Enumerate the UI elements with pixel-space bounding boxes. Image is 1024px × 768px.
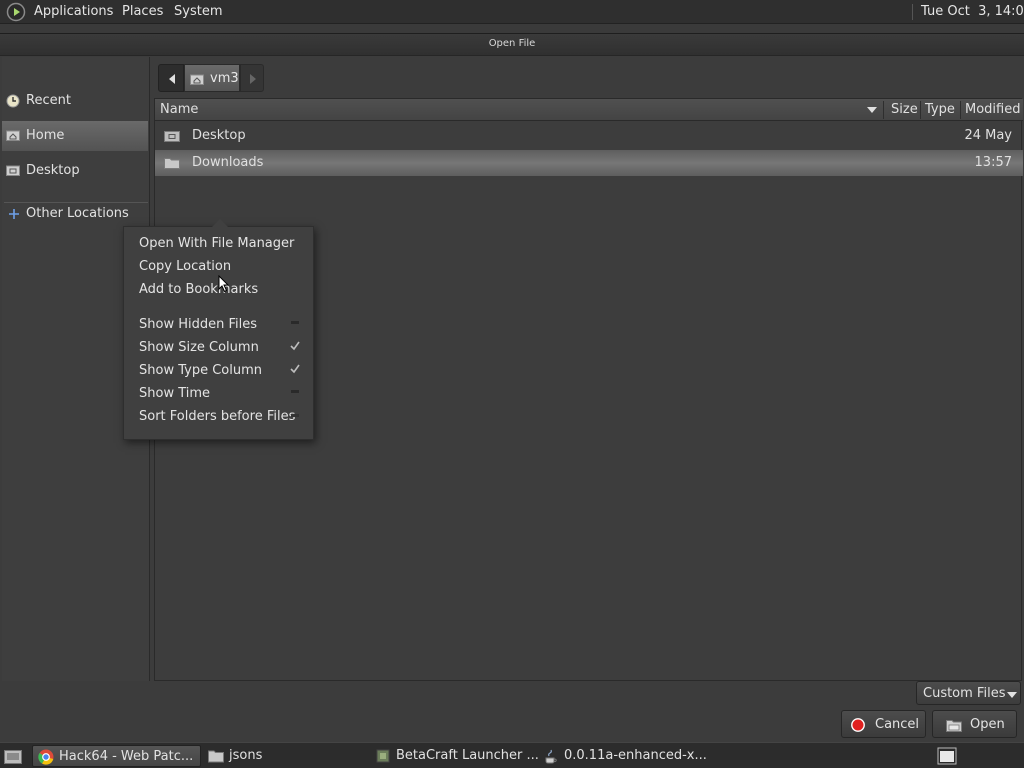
java-icon [545, 749, 557, 764]
open-folder-icon [946, 720, 962, 732]
unchecked-box-icon[interactable] [290, 318, 300, 328]
file-modified: 24 May [964, 128, 1012, 143]
places-menu[interactable]: Places [122, 4, 163, 19]
chevron-right-icon [250, 74, 256, 84]
sidebar-item-label: Desktop [26, 163, 80, 178]
cancel-button[interactable]: Cancel [841, 710, 926, 738]
menu-item-show-type-column[interactable]: Show Type Column [139, 363, 262, 378]
clock-icon [6, 94, 20, 108]
path-forward-button[interactable] [240, 64, 264, 92]
menu-item-show-size-column[interactable]: Show Size Column [139, 340, 259, 355]
taskbar-item-java-app[interactable]: 0.0.11a-enhanced-x... [538, 745, 708, 767]
clock[interactable]: Tue Oct 3, 14:03 [921, 4, 1024, 19]
sort-descending-icon [867, 107, 877, 113]
dialog-titlebar[interactable]: Open File [0, 34, 1024, 56]
checkmark-icon[interactable] [290, 364, 300, 374]
path-crumb-home[interactable]: vm3 [184, 64, 240, 92]
panel-separator [912, 4, 913, 20]
show-desktop-icon[interactable] [4, 748, 22, 764]
context-menu-pointer [212, 219, 228, 227]
file-filter-dropdown[interactable]: Custom Files [916, 681, 1021, 705]
menu-item-show-time[interactable]: Show Time [139, 386, 210, 401]
mouse-pointer-icon [218, 275, 230, 293]
sidebar-item-desktop[interactable]: Desktop [2, 156, 148, 186]
window-list-icon[interactable] [937, 747, 957, 765]
column-header-size[interactable]: Size [891, 102, 918, 117]
column-divider [920, 101, 921, 119]
menu-item-open-with-file-manager[interactable]: Open With File Manager [139, 236, 294, 251]
menu-item-copy-location[interactable]: Copy Location [139, 259, 231, 274]
app-icon [376, 749, 390, 763]
taskbar: Hack64 - Web Patc... jsons BetaCraft Lau… [0, 742, 1024, 768]
sidebar-item-label: Other Locations [26, 206, 129, 221]
applications-menu-icon[interactable] [6, 2, 26, 22]
unchecked-box-icon[interactable] [290, 411, 300, 421]
top-panel: Applications Places System Tue Oct 3, 14… [0, 0, 1024, 24]
taskbar-item-jsons[interactable]: jsons [203, 745, 363, 767]
folder-icon [208, 750, 224, 763]
file-row-selected[interactable]: Downloads 13:57 [155, 150, 1023, 176]
cancel-button-label: Cancel [875, 717, 920, 732]
taskbar-item-label: 0.0.11a-enhanced-x... [564, 748, 707, 763]
unchecked-box-icon[interactable] [290, 387, 300, 397]
file-row[interactable]: Desktop 24 May [155, 123, 1023, 149]
sidebar-item-home[interactable]: Home [2, 121, 148, 151]
context-menu: Open With File Manager Copy Location Add… [123, 219, 314, 440]
desktop-folder-icon [164, 131, 180, 142]
checkmark-icon[interactable] [290, 341, 300, 351]
file-filter-label: Custom Files [923, 686, 1006, 701]
menu-item-add-to-bookmarks[interactable]: Add to Bookmarks [139, 282, 258, 297]
sidebar-item-recent[interactable]: Recent [2, 86, 148, 116]
taskbar-item-label: Hack64 - Web Patc... [59, 749, 194, 764]
desktop-folder-icon [6, 165, 20, 176]
file-name: Downloads [192, 155, 264, 170]
column-header-modified[interactable]: Modified [965, 102, 1020, 117]
column-header-name[interactable]: Name [160, 102, 198, 117]
sidebar-item-label: Home [26, 128, 65, 143]
open-button[interactable]: Open [932, 710, 1017, 738]
taskbar-item-label: jsons [229, 748, 263, 763]
menu-item-show-hidden-files[interactable]: Show Hidden Files [139, 317, 257, 332]
menu-item-sort-folders-before-files[interactable]: Sort Folders before Files [139, 409, 295, 424]
chevron-left-icon [169, 74, 175, 84]
dialog-title: Open File [488, 38, 536, 49]
column-header-type[interactable]: Type [925, 102, 955, 117]
path-back-button[interactable] [158, 64, 184, 92]
sidebar-item-label: Recent [26, 93, 71, 108]
applications-menu[interactable]: Applications [34, 4, 113, 19]
chrome-icon [38, 749, 54, 765]
column-divider [960, 101, 961, 119]
home-folder-icon [190, 74, 204, 85]
cancel-icon [851, 718, 865, 732]
open-button-label: Open [970, 717, 1005, 732]
column-header: Name Size Type Modified [155, 99, 1023, 121]
taskbar-item-hack64[interactable]: Hack64 - Web Patc... [32, 745, 201, 767]
file-name: Desktop [192, 128, 246, 143]
folder-icon [164, 158, 180, 169]
taskbar-item-label: BetaCraft Launcher ... [396, 748, 539, 763]
chevron-down-icon [1007, 692, 1017, 698]
column-divider [883, 101, 884, 119]
plus-icon [9, 209, 19, 219]
home-folder-icon [6, 130, 20, 141]
system-menu[interactable]: System [174, 4, 222, 19]
sidebar-item-other-locations[interactable]: Other Locations [2, 199, 148, 229]
path-crumb-label: vm3 [210, 71, 239, 86]
open-file-dialog: Open File Recent Home Desktop Other Loca… [0, 33, 1024, 742]
taskbar-item-betacraft[interactable]: BetaCraft Launcher ... [370, 745, 539, 767]
file-modified: 13:57 [974, 155, 1012, 170]
